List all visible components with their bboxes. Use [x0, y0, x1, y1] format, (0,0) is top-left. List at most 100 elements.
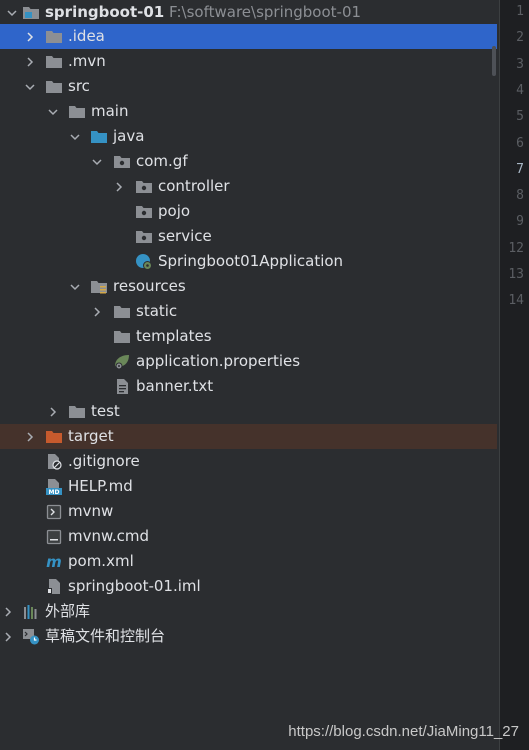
tree-row-controller[interactable]: controller [0, 174, 497, 199]
tree-row-test[interactable]: test [0, 399, 497, 424]
line-number: 3 [516, 56, 524, 72]
folder-icon [113, 303, 131, 320]
tree-row-external-libraries[interactable]: 外部库 [0, 599, 497, 624]
line-number: 6 [516, 135, 524, 151]
tree-label-app-props: application.properties [136, 352, 301, 370]
tree-row-app-class[interactable]: Springboot01Application [0, 249, 497, 274]
tree-row-idea[interactable]: .idea [0, 24, 497, 49]
tree-label-service: service [158, 227, 212, 245]
spring-properties-icon [113, 353, 131, 370]
chevron-right-icon[interactable] [89, 299, 105, 324]
svg-text:m: m [46, 554, 62, 570]
tree-row-main[interactable]: main [0, 99, 497, 124]
folder-icon [68, 103, 86, 120]
package-icon [135, 203, 153, 220]
tree-row-mvnw-cmd[interactable]: mvnw.cmd [0, 524, 497, 549]
ignore-file-icon [45, 453, 63, 470]
line-number: 2 [516, 30, 524, 46]
tree-label-banner: banner.txt [136, 377, 214, 395]
chevron-right-icon[interactable] [0, 599, 16, 624]
markdown-file-icon: MD [45, 478, 63, 495]
scratches-icon [22, 628, 40, 645]
line-number: 4 [516, 82, 524, 98]
tree-row-package[interactable]: com.gf [0, 149, 497, 174]
tree-label-main: main [91, 102, 129, 120]
tree-row-app-props[interactable]: application.properties [0, 349, 497, 374]
tree-row-help[interactable]: MD HELP.md [0, 474, 497, 499]
tree-label-test: test [91, 402, 120, 420]
tree-label-mvn: .mvn [68, 52, 106, 70]
chevron-right-icon[interactable] [22, 24, 38, 49]
module-file-icon [45, 578, 63, 595]
svg-text:MD: MD [49, 489, 60, 495]
tree-label-help: HELP.md [68, 477, 133, 495]
line-number: 13 [508, 267, 524, 282]
chevron-down-icon[interactable] [4, 0, 20, 25]
tree-label-pojo: pojo [158, 202, 191, 220]
tree-label-external-libraries: 外部库 [45, 602, 91, 620]
chevron-down-icon[interactable] [45, 99, 61, 124]
folder-icon [113, 328, 131, 345]
chevron-right-icon[interactable] [22, 49, 38, 74]
tree-row-banner[interactable]: banner.txt [0, 374, 497, 399]
tree-row-static[interactable]: static [0, 299, 497, 324]
tree-row-project-root[interactable]: springboot-01 F:\software\springboot-01 [0, 0, 497, 25]
chevron-right-icon[interactable] [111, 174, 127, 199]
chevron-down-icon[interactable] [67, 274, 83, 299]
line-number: 14 [508, 293, 524, 309]
tree-row-gitignore[interactable]: .gitignore [0, 449, 497, 474]
editor-gutter: 1 2 3 4 5 6 7 8 9 12 13 14 [499, 0, 529, 750]
tree-label-gitignore: .gitignore [68, 452, 140, 470]
package-icon [113, 153, 131, 170]
tree-label-mvnw: mvnw [68, 502, 114, 520]
chevron-down-icon[interactable] [89, 149, 105, 174]
tree-label-target: target [68, 427, 114, 445]
chevron-right-icon[interactable] [45, 399, 61, 424]
spring-boot-class-icon [135, 253, 153, 270]
line-number: 12 [508, 240, 524, 256]
folder-icon [45, 28, 63, 45]
line-number: 9 [516, 214, 524, 230]
line-number: 1 [516, 4, 524, 19]
tree-label-templates: templates [136, 327, 212, 345]
tree-row-src[interactable]: src [0, 74, 497, 99]
project-name: springboot-01 [45, 3, 165, 21]
tree-row-mvnw[interactable]: mvnw [0, 499, 497, 524]
chevron-right-icon[interactable] [0, 624, 16, 649]
chevron-right-icon[interactable] [22, 424, 38, 449]
tree-row-scratches[interactable]: 草稿文件和控制台 [0, 624, 497, 649]
tree-scrollbar[interactable] [492, 46, 496, 76]
excluded-folder-icon [45, 428, 63, 445]
folder-icon [68, 403, 86, 420]
tree-row-mvn[interactable]: .mvn [0, 49, 497, 74]
tree-row-pom[interactable]: m pom.xml [0, 549, 497, 574]
tree-row-service[interactable]: service [0, 224, 497, 249]
cmd-file-icon [45, 528, 63, 545]
project-path: F:\software\springboot-01 [169, 3, 362, 21]
maven-icon: m [45, 553, 63, 570]
tree-label-scratches: 草稿文件和控制台 [45, 627, 166, 645]
tree-row-resources[interactable]: resources [0, 274, 497, 299]
package-icon [135, 228, 153, 245]
line-number: 5 [516, 109, 524, 125]
folder-icon [45, 78, 63, 95]
tree-label-resources: resources [113, 277, 186, 295]
chevron-down-icon[interactable] [67, 124, 83, 149]
tree-label-static: static [136, 302, 178, 320]
tree-label-mvnw-cmd: mvnw.cmd [68, 527, 150, 545]
tree-row-pojo[interactable]: pojo [0, 199, 497, 224]
text-file-icon [113, 378, 131, 395]
package-icon [135, 178, 153, 195]
chevron-down-icon[interactable] [22, 74, 38, 99]
shell-script-icon [45, 503, 63, 520]
tree-row-templates[interactable]: templates [0, 324, 497, 349]
folder-icon [45, 53, 63, 70]
tree-label-java: java [113, 127, 145, 145]
project-tool-window: springboot-01 F:\software\springboot-01 … [0, 0, 497, 750]
tree-row-java[interactable]: java [0, 124, 497, 149]
line-number: 7 [516, 161, 524, 177]
tree-label-controller: controller [158, 177, 230, 195]
tree-row-target[interactable]: target [0, 424, 497, 449]
tree-row-iml[interactable]: springboot-01.iml [0, 574, 497, 599]
library-icon [22, 603, 40, 620]
